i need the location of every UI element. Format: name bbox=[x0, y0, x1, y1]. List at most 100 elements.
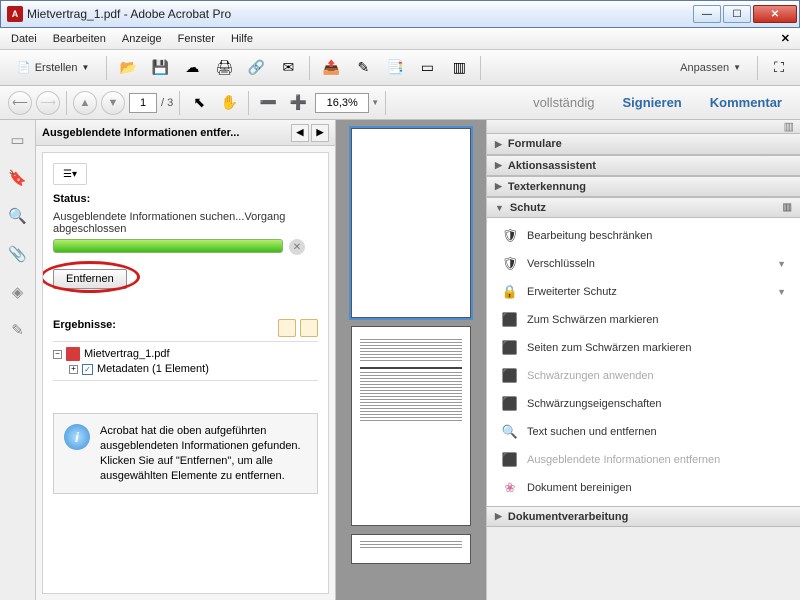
app-icon: A bbox=[7, 6, 23, 22]
advanced-protection-item[interactable]: 🔒Erweiterter Schutz▼ bbox=[487, 278, 800, 306]
email-button[interactable]: ✉ bbox=[275, 55, 301, 81]
close-doc-button[interactable]: ✕ bbox=[775, 30, 796, 47]
thumbnails-icon[interactable]: ▭ bbox=[8, 130, 28, 150]
title-bar: A Mietvertrag_1.pdf - Adobe Acrobat Pro … bbox=[0, 0, 800, 28]
prev-view-button[interactable]: ⟵ bbox=[8, 91, 32, 115]
export-pdf-button[interactable]: 📤 bbox=[318, 55, 344, 81]
chevron-down-icon: ▼ bbox=[733, 63, 741, 72]
open-button[interactable]: 📂 bbox=[115, 55, 141, 81]
progress-bar bbox=[53, 239, 283, 253]
restrict-editing-item[interactable]: 🛡Bearbeitung beschränken bbox=[487, 222, 800, 250]
zoom-out-button[interactable]: ➖ bbox=[255, 90, 281, 116]
minimize-button[interactable]: — bbox=[693, 5, 721, 23]
chevron-down-icon[interactable]: ▼ bbox=[371, 98, 379, 107]
print-button[interactable]: 🖨 bbox=[211, 55, 237, 81]
select-tool[interactable]: ⬉ bbox=[186, 90, 212, 116]
expand-all-button[interactable] bbox=[278, 319, 296, 337]
menu-view[interactable]: Anzeige bbox=[115, 31, 169, 47]
remove-hidden-item: ⬛ Ausgeblendete Informationen entfernen bbox=[487, 446, 800, 474]
tree-meta-row[interactable]: + ✓ Metadaten (1 Element) bbox=[53, 362, 318, 376]
comment-link[interactable]: Kommentar bbox=[700, 91, 792, 114]
remove-button[interactable]: Entfernen bbox=[53, 269, 127, 289]
section-label: Formulare bbox=[508, 138, 562, 150]
create-icon: 📄 bbox=[17, 61, 31, 74]
panel-options-button[interactable]: ☰▾ bbox=[53, 163, 87, 185]
section-text[interactable]: ▶Texterkennung bbox=[487, 176, 800, 197]
thumbnail-page-3[interactable] bbox=[351, 534, 471, 564]
thumbnail-page-2[interactable] bbox=[351, 326, 471, 526]
item-label: Seiten zum Schwärzen markieren bbox=[527, 342, 691, 354]
pane-menu-icon[interactable]: ▥ bbox=[784, 120, 794, 133]
page-up-button[interactable]: ▲ bbox=[73, 91, 97, 115]
fullscreen-button[interactable]: ⛶ bbox=[766, 55, 792, 81]
menu-edit[interactable]: Bearbeiten bbox=[46, 31, 113, 47]
save-button[interactable]: 💾 bbox=[147, 55, 173, 81]
encrypt-item[interactable]: 🛡Verschlüsseln▼ bbox=[487, 250, 800, 278]
page-down-button[interactable]: ▼ bbox=[101, 91, 125, 115]
mark-pages-redaction-item[interactable]: ⬛Seiten zum Schwärzen markieren bbox=[487, 334, 800, 362]
menu-file[interactable]: Datei bbox=[4, 31, 44, 47]
hand-tool[interactable]: ✋ bbox=[216, 90, 242, 116]
share-button[interactable]: 🔗 bbox=[243, 55, 269, 81]
tools-pane: ▥ ▶Formulare ▶Aktionsassistent ▶Texterke… bbox=[486, 120, 800, 600]
menu-window[interactable]: Fenster bbox=[171, 31, 222, 47]
section-formulare[interactable]: ▶Formulare bbox=[487, 134, 800, 155]
main-toolbar: 📄 Erstellen ▼ 📂 💾 ☁ 🖨 🔗 ✉ 📤 ✎ 📑 ▭ ▥ Anpa… bbox=[0, 50, 800, 86]
page-total: / 3 bbox=[161, 97, 173, 109]
info-box: i Acrobat hat die oben aufgeführten ausg… bbox=[53, 413, 318, 494]
expander-icon[interactable]: + bbox=[69, 365, 78, 374]
form-button[interactable]: ▭ bbox=[414, 55, 440, 81]
checkbox-icon[interactable]: ✓ bbox=[82, 364, 93, 375]
cloud-button[interactable]: ☁ bbox=[179, 55, 205, 81]
signatures-icon[interactable]: ✎ bbox=[8, 320, 28, 340]
item-label: Dokument bereinigen bbox=[527, 482, 632, 494]
section-aktion[interactable]: ▶Aktionsassistent bbox=[487, 155, 800, 176]
maximize-button[interactable]: ☐ bbox=[723, 5, 751, 23]
panel-menu-icon[interactable]: ▥ bbox=[783, 202, 792, 213]
search-icon[interactable]: 🔍 bbox=[8, 206, 28, 226]
mark-redaction-item[interactable]: ⬛Zum Schwärzen markieren bbox=[487, 306, 800, 334]
expander-icon[interactable]: − bbox=[53, 350, 62, 359]
menu-bar: Datei Bearbeiten Anzeige Fenster Hilfe ✕ bbox=[0, 28, 800, 50]
customize-button[interactable]: Anpassen ▼ bbox=[672, 59, 749, 77]
sanitize-item[interactable]: ❀Dokument bereinigen bbox=[487, 474, 800, 502]
cancel-search-button[interactable]: ✕ bbox=[289, 239, 305, 255]
shield-icon: 🛡 bbox=[501, 227, 519, 245]
hidden-info-icon: ⬛ bbox=[501, 451, 519, 469]
redaction-properties-item[interactable]: ⬛Schwärzungseigenschaften bbox=[487, 390, 800, 418]
sign-link[interactable]: Signieren bbox=[613, 91, 692, 114]
panel-prev-button[interactable]: ◀ bbox=[291, 124, 309, 142]
combine-button[interactable]: 📑 bbox=[382, 55, 408, 81]
properties-icon: ⬛ bbox=[501, 395, 519, 413]
multimedia-button[interactable]: ▥ bbox=[446, 55, 472, 81]
next-view-button[interactable]: ⟶ bbox=[36, 91, 60, 115]
search-remove-item[interactable]: 🔍Text suchen und entfernen bbox=[487, 418, 800, 446]
results-label: Ergebnisse: bbox=[53, 319, 116, 331]
section-docproc[interactable]: ▶Dokumentverarbeitung bbox=[487, 506, 800, 527]
section-label: Aktionsassistent bbox=[508, 160, 596, 172]
section-schutz[interactable]: ▼Schutz▥ bbox=[487, 197, 800, 218]
item-label: Ausgeblendete Informationen entfernen bbox=[527, 454, 720, 466]
collapse-all-button[interactable] bbox=[300, 319, 318, 337]
attachment-icon[interactable]: 📎 bbox=[8, 244, 28, 264]
apply-icon: ⬛ bbox=[501, 367, 519, 385]
section-label: Dokumentverarbeitung bbox=[508, 511, 628, 523]
layers-icon[interactable]: ◈ bbox=[8, 282, 28, 302]
create-button[interactable]: 📄 Erstellen ▼ bbox=[8, 57, 98, 78]
page-input[interactable] bbox=[129, 93, 157, 113]
close-button[interactable]: ✕ bbox=[753, 5, 797, 23]
chevron-down-icon: ▼ bbox=[82, 63, 90, 72]
customize-label: Anpassen bbox=[680, 62, 729, 74]
thumbnail-page-1[interactable] bbox=[351, 128, 471, 318]
edit-pdf-button[interactable]: ✎ bbox=[350, 55, 376, 81]
zoom-in-button[interactable]: ➕ bbox=[285, 90, 311, 116]
zoom-input[interactable] bbox=[315, 93, 369, 113]
menu-help[interactable]: Hilfe bbox=[224, 31, 260, 47]
chevron-down-icon: ▼ bbox=[777, 259, 786, 269]
section-label: Texterkennung bbox=[508, 181, 586, 193]
tree-file-row[interactable]: − Mietvertrag_1.pdf bbox=[53, 346, 318, 362]
nav-toolbar: ⟵ ⟶ ▲ ▼ / 3 ⬉ ✋ ➖ ➕ ▼ vollständig Signie… bbox=[0, 86, 800, 120]
panel-next-button[interactable]: ▶ bbox=[311, 124, 329, 142]
bookmark-icon[interactable]: 🔖 bbox=[8, 168, 28, 188]
fullview-link[interactable]: vollständig bbox=[523, 91, 604, 114]
